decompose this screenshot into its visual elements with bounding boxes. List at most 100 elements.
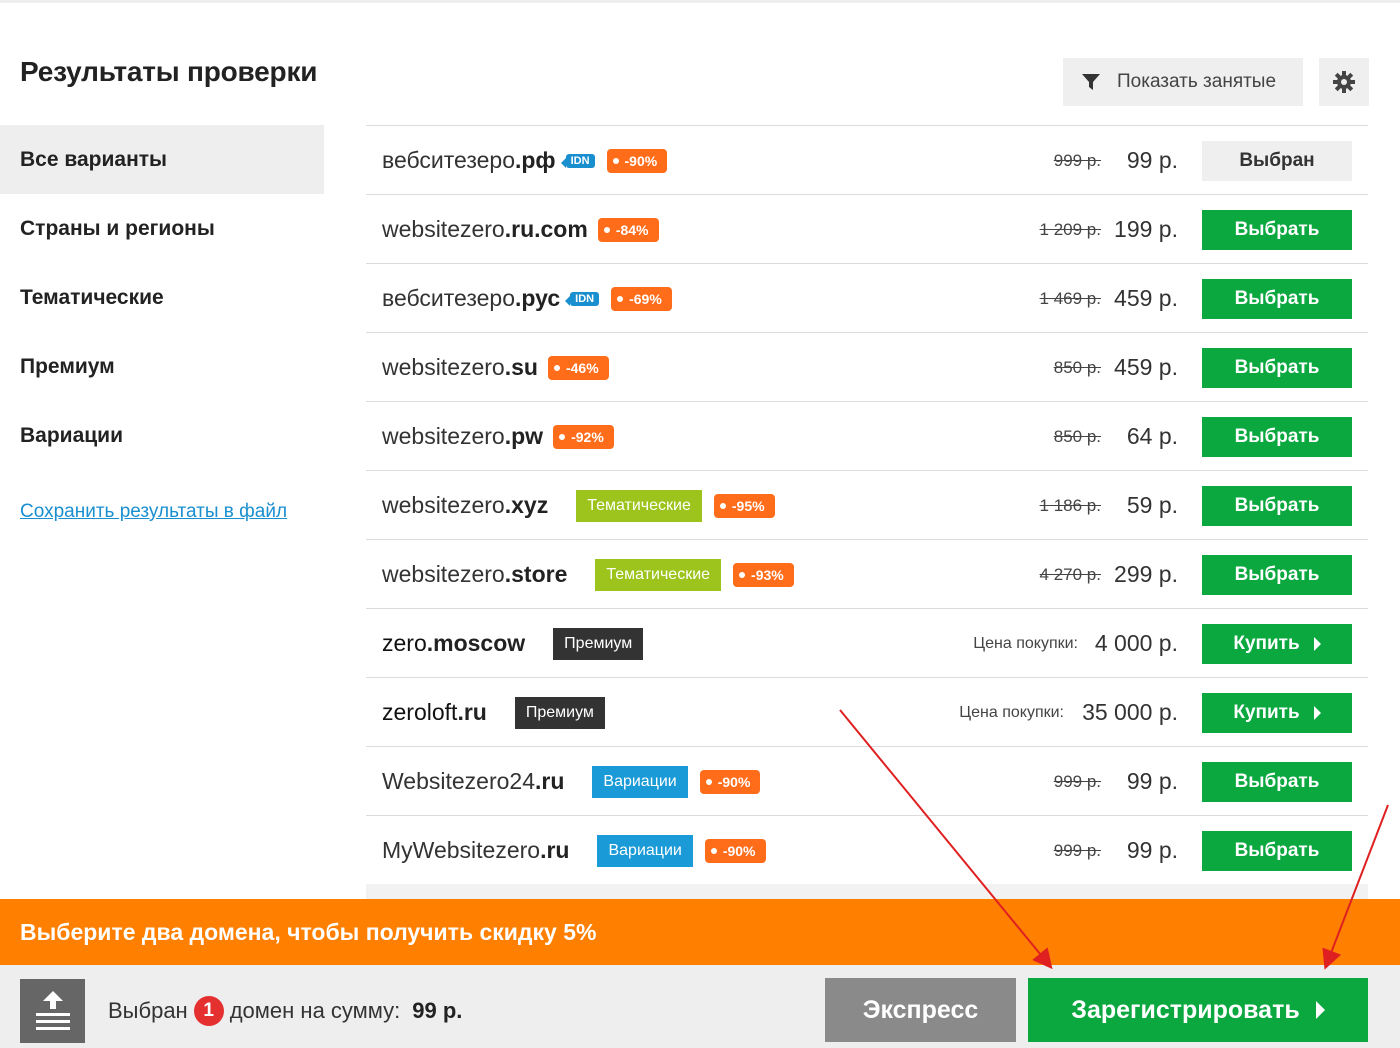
sidebar-item-variations[interactable]: Вариации xyxy=(0,401,324,470)
domain-label: вебситезеро xyxy=(382,285,515,311)
select-button[interactable]: Выбрать xyxy=(1202,486,1352,526)
domain-name: zero .moscow Премиум xyxy=(382,609,655,678)
save-results-link[interactable]: Сохранить результаты в файл xyxy=(20,501,287,523)
price: 64 р. xyxy=(1126,423,1178,449)
discount-badge: -46% xyxy=(547,355,609,380)
price: 459 р. xyxy=(1114,285,1178,311)
domain-row: websitezero .store Тематические -93% 4 27… xyxy=(366,539,1368,608)
old-price: 1 209 р. xyxy=(1039,219,1101,239)
page-title: Результаты проверки xyxy=(20,56,318,87)
scroll-to-top-button[interactable] xyxy=(20,979,85,1043)
domain-name: zeroloft .ru Премиум xyxy=(382,678,617,747)
domain-row: websitezero .ru.com -84% 1 209 р. 199 р. … xyxy=(366,194,1368,263)
category-tag-thematic: Тематические xyxy=(595,558,722,591)
domain-label: zero xyxy=(382,630,427,656)
price: 35 000 р. xyxy=(1082,699,1178,725)
domain-label: Websitezero24 xyxy=(382,768,535,794)
discount-badge: -84% xyxy=(597,217,659,242)
price: 59 р. xyxy=(1126,492,1178,518)
domain-row: вебситезеро .рус IDN -69% 1 469 р. 459 р.… xyxy=(366,263,1368,332)
domain-zone: .xyz xyxy=(504,492,549,518)
domain-zone: .store xyxy=(504,561,568,587)
domain-name: websitezero .su -46% xyxy=(382,333,609,402)
price: 199 р. xyxy=(1114,216,1178,242)
buy-button-label: Купить xyxy=(1233,633,1300,654)
sidebar-item-all[interactable]: Все варианты xyxy=(0,125,324,194)
buy-button[interactable]: Купить xyxy=(1202,624,1352,664)
chosen-button[interactable]: Выбран xyxy=(1202,141,1352,181)
domain-row: websitezero .xyz Тематические -95% 1 186 … xyxy=(366,470,1368,539)
domain-name: MyWebsitezero .ru Вариации -90% xyxy=(382,816,766,885)
domain-row: zeroloft .ru Премиум Цена покупки: 35 000… xyxy=(366,677,1368,746)
domain-row: вебситезеро .рф IDN -90% 999 р. 99 р. Выб… xyxy=(366,125,1368,194)
discount-badge: -93% xyxy=(733,562,794,587)
price: 299 р. xyxy=(1114,561,1178,587)
idn-badge: IDN xyxy=(565,291,600,306)
domain-zone: .moscow xyxy=(426,630,526,656)
discount-badge: -95% xyxy=(713,493,775,518)
old-price: 1 469 р. xyxy=(1039,288,1101,308)
domain-label: websitezero xyxy=(382,423,505,449)
domain-zone: .ru xyxy=(540,837,570,863)
select-button[interactable]: Выбрать xyxy=(1202,762,1352,802)
promo-banner: Выберите два домена, чтобы получить скид… xyxy=(0,899,1400,965)
selected-sum: 99 р. xyxy=(412,998,463,1023)
settings-button[interactable] xyxy=(1319,58,1369,106)
domain-zone: .ru xyxy=(457,699,487,725)
domain-zone: .рф xyxy=(514,147,556,173)
domain-label: zeroloft xyxy=(382,699,458,725)
show-busy-label: Показать занятые xyxy=(1117,71,1277,92)
caret-right-icon xyxy=(1313,637,1321,651)
domain-label: websitezero xyxy=(382,561,505,587)
select-button[interactable]: Выбрать xyxy=(1202,210,1352,250)
checkout-bar: Выбран 1 домен на сумму: 99 р. Экспресс … xyxy=(0,965,1400,1048)
sidebar-item-countries[interactable]: Страны и регионы xyxy=(0,194,324,263)
domain-name: websitezero .pw -92% xyxy=(382,402,614,471)
buy-button[interactable]: Купить xyxy=(1202,693,1352,733)
domain-name: websitezero .store Тематические -93% xyxy=(382,540,794,609)
buy-price-label: Цена покупки: xyxy=(973,634,1078,652)
selected-suffix: домен на сумму: xyxy=(229,998,401,1023)
domain-row: websitezero .pw -92% 850 р. 64 р. Выбрать xyxy=(366,401,1368,470)
category-tag-variations: Вариации xyxy=(592,765,688,798)
selection-summary: Выбран 1 домен на сумму: 99 р. xyxy=(108,965,462,1048)
select-button[interactable]: Выбрать xyxy=(1202,417,1352,457)
category-tag-thematic: Тематические xyxy=(576,489,702,522)
domain-zone: .ru.com xyxy=(504,216,588,242)
buy-price-label: Цена покупки: xyxy=(959,703,1064,721)
caret-right-icon xyxy=(1313,706,1321,720)
select-button[interactable]: Выбрать xyxy=(1202,831,1352,871)
old-price: 850 р. xyxy=(1053,357,1101,377)
discount-badge: -90% xyxy=(606,148,668,173)
selected-prefix: Выбран xyxy=(108,998,188,1023)
select-button[interactable]: Выбрать xyxy=(1202,348,1352,388)
domain-row: websitezero .su -46% 850 р. 459 р. Выбрат… xyxy=(366,332,1368,401)
top-divider xyxy=(0,0,1400,3)
category-tag-premium: Премиум xyxy=(553,627,644,660)
domain-zone: .рус xyxy=(514,285,561,311)
select-button[interactable]: Выбрать xyxy=(1202,279,1352,319)
domain-label: MyWebsitezero xyxy=(382,837,541,863)
domain-label: websitezero xyxy=(382,492,505,518)
domain-label: websitezero xyxy=(382,216,505,242)
price: 99 р. xyxy=(1126,768,1178,794)
express-button[interactable]: Экспресс xyxy=(825,978,1016,1042)
old-price: 1 186 р. xyxy=(1039,495,1101,515)
sidebar-item-premium[interactable]: Премиум xyxy=(0,332,324,401)
domain-zone: .ru xyxy=(535,768,565,794)
discount-badge: -90% xyxy=(704,838,766,863)
old-price: 999 р. xyxy=(1053,840,1101,860)
promo-text: Выберите два домена, чтобы получить скид… xyxy=(20,918,597,945)
old-price: 4 270 р. xyxy=(1039,564,1101,584)
sidebar-item-thematic[interactable]: Тематические xyxy=(0,263,324,332)
price: 99 р. xyxy=(1126,837,1178,863)
select-button[interactable]: Выбрать xyxy=(1202,555,1352,595)
register-button-label: Зарегистрировать xyxy=(1071,995,1300,1024)
domain-label: вебситезеро xyxy=(382,147,515,173)
register-button[interactable]: Зарегистрировать xyxy=(1028,978,1368,1042)
show-busy-button[interactable]: Показать занятые xyxy=(1063,58,1303,106)
gear-icon xyxy=(1333,71,1355,93)
domain-label: websitezero xyxy=(382,354,505,380)
domain-name: вебситезеро .рф IDN -90% xyxy=(382,126,668,195)
discount-badge: -90% xyxy=(699,769,761,794)
